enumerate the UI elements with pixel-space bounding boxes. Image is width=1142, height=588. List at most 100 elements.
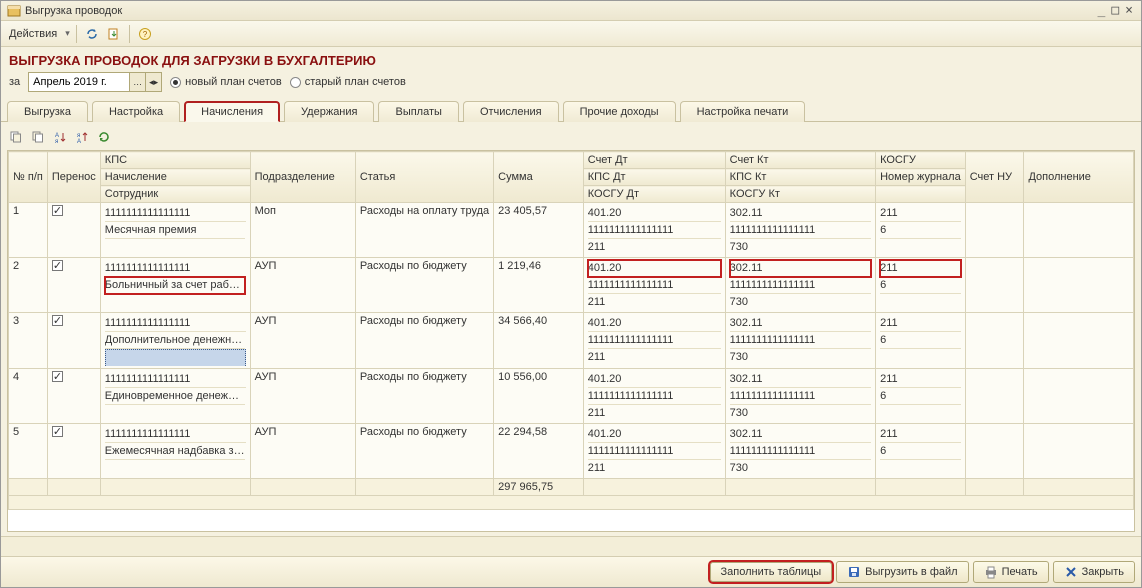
close-window-button[interactable]: × [1123,3,1135,18]
cell-unit: АУП [250,313,355,369]
cell-kosgu: 2116 [876,258,966,313]
help-icon[interactable]: ? [136,25,154,43]
data-grid[interactable]: № п/п Перенос КПС Подразделение Статья С… [7,150,1135,532]
save-icon [847,565,861,579]
maximize-button[interactable]: □ [1109,3,1121,18]
cell-article: Расходы по бюджету [355,258,493,313]
tab-print-settings[interactable]: Настройка печати [680,101,806,122]
tab-other-income[interactable]: Прочие доходы [563,101,676,122]
refresh-icon[interactable] [83,25,101,43]
table-row[interactable]: 1 1111111111111111Месячная премияМопРасхо… [9,203,1134,258]
col-transfer[interactable]: Перенос [47,152,100,203]
col-dt[interactable]: Счет Дт [583,152,725,169]
tab-payments[interactable]: Выплаты [378,101,458,122]
period-step[interactable]: ◂▸ [145,73,161,91]
cell-unit: АУП [250,369,355,424]
sort-desc-icon[interactable]: яA [73,128,91,146]
col-kpskt[interactable]: КПС Кт [725,169,875,186]
tab-settings[interactable]: Настройка [92,101,180,122]
col-kt[interactable]: Счет Кт [725,152,875,169]
col-sum[interactable]: Сумма [494,152,584,203]
col-number[interactable]: № п/п [9,152,48,203]
tab-export[interactable]: Выгрузка [7,101,88,122]
total-sum: 297 965,75 [494,479,584,496]
cell-kt: 302.111111111111111111730 [725,313,875,369]
cell-number: 2 [9,258,48,313]
cell-addition [1024,424,1134,479]
cell-kps[interactable]: 1111111111111111Месячная премия [100,203,250,258]
checkbox-icon[interactable] [52,205,63,216]
cell-kt: 302.111111111111111111730 [725,258,875,313]
cell-kps[interactable]: 1111111111111111Дополнительное денежное.… [100,313,250,369]
col-employee[interactable]: Сотрудник [100,186,250,203]
col-kosgu-dt[interactable]: КОСГУ Дт [583,186,725,203]
cell-unit: Моп [250,203,355,258]
table-row[interactable]: 51111111111111111Ежемесячная надбавка за… [9,424,1134,479]
close-button[interactable]: Закрыть [1053,561,1135,583]
cell-number: 1 [9,203,48,258]
table-row[interactable]: 2 1111111111111111Больничный за счет рабо… [9,258,1134,313]
reload-icon[interactable] [95,128,113,146]
cell-sum: 23 405,57 [494,203,584,258]
col-nu[interactable]: Счет НУ [965,152,1024,203]
cell-transfer[interactable] [47,369,100,424]
export-file-button[interactable]: Выгрузить в файл [836,561,968,583]
svg-text:?: ? [143,30,148,39]
cell-kt: 302.111111111111111111730 [725,203,875,258]
tab-contributions[interactable]: Отчисления [463,101,559,122]
svg-text:я: я [55,139,58,144]
close-icon [1064,565,1078,579]
period-select[interactable]: … ◂▸ [28,72,162,92]
checkbox-icon[interactable] [52,426,63,437]
checkbox-icon[interactable] [52,315,63,326]
tab-accruals[interactable]: Начисления [184,101,280,122]
col-accrual[interactable]: Начисление [100,169,250,186]
cell-sum: 1 219,46 [494,258,584,313]
col-kps[interactable]: КПС [100,152,250,169]
radio-new-plan[interactable]: новый план счетов [170,76,282,88]
cell-kps[interactable]: 1111111111111111Ежемесячная надбавка за … [100,424,250,479]
col-unit[interactable]: Подразделение [250,152,355,203]
radio-old-plan[interactable]: старый план счетов [290,76,406,88]
radio-icon [290,77,301,88]
cell-kosgu: 2116 [876,369,966,424]
cell-nu [965,369,1024,424]
cell-transfer[interactable] [47,313,100,369]
col-article[interactable]: Статья [355,152,493,203]
actions-menu[interactable]: Действия [5,28,61,40]
cell-article: Расходы по бюджету [355,424,493,479]
bottom-bar: Заполнить таблицы Выгрузить в файл Печат… [1,556,1141,587]
export-icon[interactable] [105,25,123,43]
col-kpsdt[interactable]: КПС Дт [583,169,725,186]
col-kosgu[interactable]: КОСГУ [876,152,966,169]
cell-kps[interactable]: 1111111111111111Больничный за счет работ… [100,258,250,313]
period-input[interactable] [29,73,129,91]
print-button[interactable]: Печать [973,561,1049,583]
cell-nu [965,258,1024,313]
table-row[interactable]: 41111111111111111Единовременное денежное… [9,369,1134,424]
col-addition[interactable]: Дополнение [1024,152,1134,203]
filter-row: за … ◂▸ новый план счетов старый план сч… [1,70,1141,98]
cell-kps[interactable]: 1111111111111111Единовременное денежное.… [100,369,250,424]
fill-tables-button[interactable]: Заполнить таблицы [710,562,833,582]
cell-addition [1024,313,1134,369]
sort-asc-icon[interactable]: Aя [51,128,69,146]
paste-icon[interactable] [29,128,47,146]
cell-transfer[interactable] [47,203,100,258]
cell-unit: АУП [250,424,355,479]
titlebar: Выгрузка проводок _ □ × [1,1,1141,21]
checkbox-icon[interactable] [52,260,63,271]
table-row[interactable]: 31111111111111111Дополнительное денежное… [9,313,1134,369]
cell-article: Расходы на оплату труда [355,203,493,258]
checkbox-icon[interactable] [52,371,63,382]
total-row: 297 965,75 [9,479,1134,496]
period-ellipsis[interactable]: … [129,73,145,91]
minimize-button[interactable]: _ [1096,3,1108,18]
col-journal[interactable]: Номер журнала [876,169,966,186]
col-kosgu-kt[interactable]: КОСГУ Кт [725,186,875,203]
cell-transfer[interactable] [47,424,100,479]
cell-transfer[interactable] [47,258,100,313]
copy-icon[interactable] [7,128,25,146]
cell-dt: 401.201111111111111111211 [583,313,725,369]
tab-deductions[interactable]: Удержания [284,101,374,122]
